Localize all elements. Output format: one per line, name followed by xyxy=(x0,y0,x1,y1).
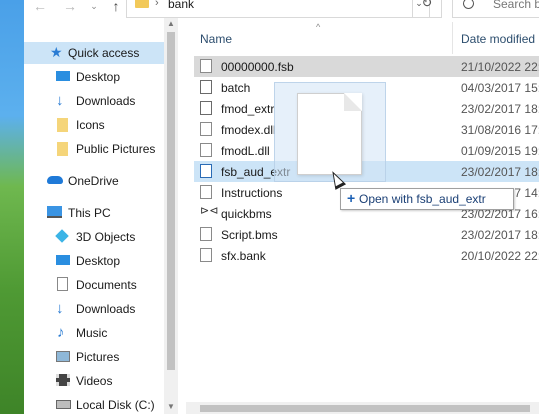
sidebar-item-pictures[interactable]: Pictures xyxy=(24,346,164,368)
star-icon: ★ xyxy=(50,44,63,60)
sidebar-item-icons[interactable]: Icons xyxy=(24,114,164,136)
documents-icon xyxy=(57,277,68,291)
sidebar-scrollbar[interactable]: ▲ ▼ xyxy=(164,18,178,414)
search-icon xyxy=(463,0,474,9)
cube-icon xyxy=(55,229,69,243)
pictures-icon xyxy=(56,351,70,362)
folder-icon xyxy=(135,0,149,8)
sidebar-item-music[interactable]: ♪ Music xyxy=(24,322,164,344)
plus-icon: + xyxy=(347,190,356,206)
sidebar-item-desktop[interactable]: Desktop xyxy=(24,66,164,88)
sidebar-item-desktop-pc[interactable]: Desktop xyxy=(24,250,164,272)
dll-file-icon xyxy=(200,143,212,157)
scroll-up-icon[interactable]: ▲ xyxy=(164,19,178,31)
horizontal-scroll-thumb[interactable] xyxy=(200,405,530,412)
sidebar-item-public-pictures[interactable]: Public Pictures xyxy=(24,138,164,160)
music-icon: ♪ xyxy=(57,324,65,341)
address-bar[interactable]: › bank ⌄ xyxy=(126,0,430,18)
file-icon xyxy=(200,59,212,73)
sidebar-item-this-pc[interactable]: This PC xyxy=(24,202,164,224)
download-icon: ↓ xyxy=(56,92,64,109)
sidebar-item-downloads-pc[interactable]: ↓ Downloads xyxy=(24,298,164,320)
search-placeholder: Search b xyxy=(493,0,539,11)
disk-icon xyxy=(56,400,71,409)
pc-icon xyxy=(47,206,62,218)
drag-drop-tooltip: + Open with fsb_aud_extr xyxy=(340,188,514,210)
folder-icon xyxy=(57,142,68,156)
download-icon: ↓ xyxy=(56,300,64,317)
drag-tooltip-text: Open with fsb_aud_extr xyxy=(359,192,486,206)
sidebar-item-videos[interactable]: Videos xyxy=(24,370,164,392)
back-arrow-icon[interactable]: ← xyxy=(32,0,48,16)
search-input[interactable]: Search b xyxy=(452,0,539,18)
file-explorer-window: ← → ⌄ ↑ › bank ⌄ ↻ Search b ★ Quick acce… xyxy=(24,0,539,414)
scroll-down-icon[interactable]: ▼ xyxy=(164,402,178,414)
dragged-file-icon xyxy=(297,93,362,175)
address-path: bank xyxy=(168,0,195,11)
recent-dropdown-icon[interactable]: ⌄ xyxy=(86,0,102,16)
desktop-background xyxy=(0,0,24,414)
file-list-horizontal-scrollbar[interactable] xyxy=(186,402,539,414)
videos-icon xyxy=(56,374,70,386)
column-header-name[interactable]: Name xyxy=(200,32,232,46)
application-icon xyxy=(200,164,212,178)
sidebar-item-local-disk[interactable]: Local Disk (C:) xyxy=(24,394,164,416)
cloud-icon xyxy=(47,176,63,184)
text-file-icon xyxy=(200,185,212,199)
up-arrow-icon[interactable]: ↑ xyxy=(108,0,124,16)
file-row-script-bms[interactable]: Script.bms 23/02/2017 18: xyxy=(194,224,539,245)
dll-file-icon xyxy=(200,122,212,136)
breadcrumb-chevron-icon: › xyxy=(155,0,159,9)
refresh-button[interactable]: ↻ xyxy=(412,0,442,18)
sort-ascending-icon: ^ xyxy=(316,22,321,32)
batch-file-icon xyxy=(200,80,212,94)
sidebar-item-downloads[interactable]: ↓ Downloads xyxy=(24,90,164,112)
sidebar-scroll-thumb[interactable] xyxy=(167,32,175,370)
navigation-pane: ★ Quick access Desktop ↓ Downloads Icons… xyxy=(24,36,164,414)
desktop-icon xyxy=(56,255,70,265)
sidebar-item-quick-access[interactable]: ★ Quick access xyxy=(24,42,164,64)
forward-arrow-icon[interactable]: → xyxy=(62,0,78,16)
column-divider[interactable] xyxy=(452,22,453,54)
quickbms-app-icon: ⊳⊲ xyxy=(200,204,219,218)
file-row-sfx-bank[interactable]: sfx.bank 20/10/2022 22: xyxy=(194,245,539,266)
folder-icon xyxy=(57,118,68,132)
file-row-00000000-fsb[interactable]: 00000000.fsb 21/10/2022 22: xyxy=(194,56,539,77)
sidebar-item-3d-objects[interactable]: 3D Objects xyxy=(24,226,164,248)
file-icon xyxy=(200,248,212,262)
sidebar-item-onedrive[interactable]: OneDrive xyxy=(24,170,164,192)
column-header-date[interactable]: Date modified xyxy=(461,32,535,46)
column-header-row: ^ Name Date modified xyxy=(186,22,539,54)
sidebar-item-documents[interactable]: Documents xyxy=(24,274,164,296)
drag-ghost-image xyxy=(274,82,386,182)
navigation-toolbar: ← → ⌄ ↑ › bank ⌄ ↻ Search b xyxy=(24,0,539,20)
desktop-icon xyxy=(56,71,70,81)
page-fold-icon xyxy=(344,93,362,111)
settings-file-icon xyxy=(200,101,212,115)
cursor-fill xyxy=(330,171,343,187)
file-icon xyxy=(200,227,212,241)
